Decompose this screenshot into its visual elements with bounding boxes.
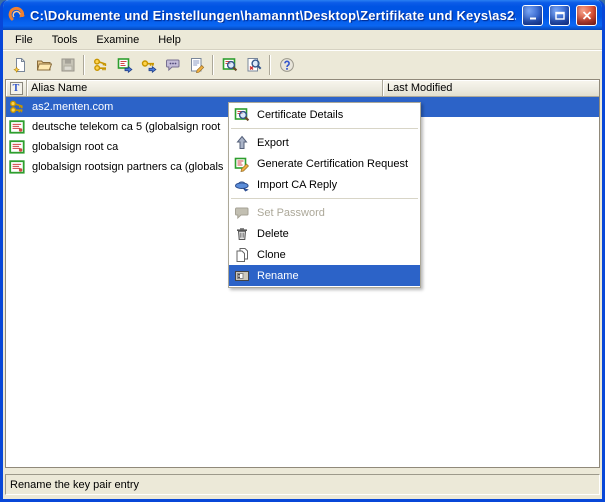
save-floppy-icon-disabled <box>60 57 76 73</box>
export-arrow-icon <box>233 135 251 151</box>
minimize-button[interactable] <box>522 5 543 26</box>
menu-item-label: Generate Certification Request <box>257 158 408 170</box>
close-icon <box>582 11 592 20</box>
column-header-type[interactable]: T <box>6 80 27 97</box>
menu-help[interactable]: Help <box>150 31 189 49</box>
examine-crl-button[interactable] <box>242 54 265 77</box>
menu-item-delete[interactable]: Delete <box>229 223 420 244</box>
menubar: File Tools Examine Help <box>3 30 602 50</box>
app-icon <box>8 6 26 24</box>
open-keystore-button[interactable] <box>32 54 55 77</box>
column-header-last-modified[interactable]: Last Modified <box>383 80 599 97</box>
toolbar-separator <box>269 55 271 75</box>
trusted-certificate-icon <box>9 159 26 175</box>
menu-item-clone[interactable]: Clone <box>229 244 420 265</box>
context-menu: Certificate Details Export Generate Cert… <box>228 102 421 288</box>
generate-key-pair-button[interactable] <box>89 54 112 77</box>
password-bubble-icon-disabled <box>233 205 251 221</box>
menu-item-label: Delete <box>257 228 289 240</box>
save-keystore-button[interactable] <box>56 54 79 77</box>
menu-item-label: Export <box>257 137 289 149</box>
menu-separator <box>231 128 418 129</box>
menu-item-generate-certification-request[interactable]: Generate Certification Request <box>229 153 420 174</box>
maximize-icon <box>555 11 565 20</box>
titlebar[interactable]: C:\Dokumente und Einstellungen\hamannt\D… <box>3 0 602 30</box>
help-icon <box>279 57 295 73</box>
menu-item-label: Import CA Reply <box>257 179 337 191</box>
menu-separator <box>231 198 418 199</box>
open-folder-icon <box>36 57 52 73</box>
toolbar-separator <box>212 55 214 75</box>
alias-label: deutsche telekom ca 5 (globalsign root <box>32 121 220 133</box>
examine-certificate-icon <box>222 57 238 73</box>
alias-label: globalsign root ca <box>32 141 118 153</box>
new-keystore-button[interactable] <box>8 54 31 77</box>
import-key-icon <box>141 57 157 73</box>
type-column-icon: T <box>10 82 23 95</box>
column-header-alias-name[interactable]: Alias Name <box>27 80 383 97</box>
status-text: Rename the key pair entry <box>10 479 139 491</box>
application-window: C:\Dokumente und Einstellungen\hamannt\D… <box>0 0 605 502</box>
import-key-pair-button[interactable] <box>137 54 160 77</box>
ca-reply-icon <box>233 177 251 193</box>
menu-item-import-ca-reply[interactable]: Import CA Reply <box>229 174 420 195</box>
close-button[interactable] <box>576 5 597 26</box>
menu-item-label: Clone <box>257 249 286 261</box>
menu-item-rename[interactable]: Rename <box>229 265 420 286</box>
certificate-pencil-icon <box>233 156 251 172</box>
copy-documents-icon <box>233 247 251 263</box>
status-bar: Rename the key pair entry <box>5 474 600 495</box>
key-pair-icon <box>93 57 109 73</box>
toolbar <box>3 51 602 79</box>
new-file-icon <box>12 57 28 73</box>
rename-box-icon <box>233 268 251 284</box>
menu-examine[interactable]: Examine <box>88 31 147 49</box>
properties-button[interactable] <box>185 54 208 77</box>
trusted-certificate-icon <box>9 119 26 135</box>
menu-tools[interactable]: Tools <box>44 31 86 49</box>
table-header: T Alias Name Last Modified <box>6 80 599 97</box>
trash-icon <box>233 226 251 242</box>
menu-item-certificate-details[interactable]: Certificate Details <box>229 104 420 125</box>
import-trusted-certificate-button[interactable] <box>113 54 136 77</box>
maximize-button[interactable] <box>549 5 570 26</box>
menu-item-export[interactable]: Export <box>229 132 420 153</box>
minimize-icon <box>528 11 538 20</box>
examine-certificate-button[interactable] <box>218 54 241 77</box>
certificate-magnifier-icon <box>233 107 251 123</box>
edit-document-icon <box>189 57 205 73</box>
examine-crl-icon <box>246 57 262 73</box>
menu-item-label: Certificate Details <box>257 109 343 121</box>
import-certificate-icon <box>117 57 133 73</box>
menu-file[interactable]: File <box>7 31 41 49</box>
trusted-certificate-icon <box>9 139 26 155</box>
password-bubble-icon <box>165 57 181 73</box>
menu-item-label: Rename <box>257 270 299 282</box>
set-password-button[interactable] <box>161 54 184 77</box>
menu-item-set-password: Set Password <box>229 202 420 223</box>
menu-item-label: Set Password <box>257 207 325 219</box>
alias-label: as2.menten.com <box>32 101 113 113</box>
toolbar-separator <box>83 55 85 75</box>
alias-label: globalsign rootsign partners ca (globals <box>32 161 223 173</box>
help-button[interactable] <box>275 54 298 77</box>
window-title: C:\Dokumente und Einstellungen\hamannt\D… <box>30 8 516 23</box>
key-pair-icon <box>9 99 26 115</box>
